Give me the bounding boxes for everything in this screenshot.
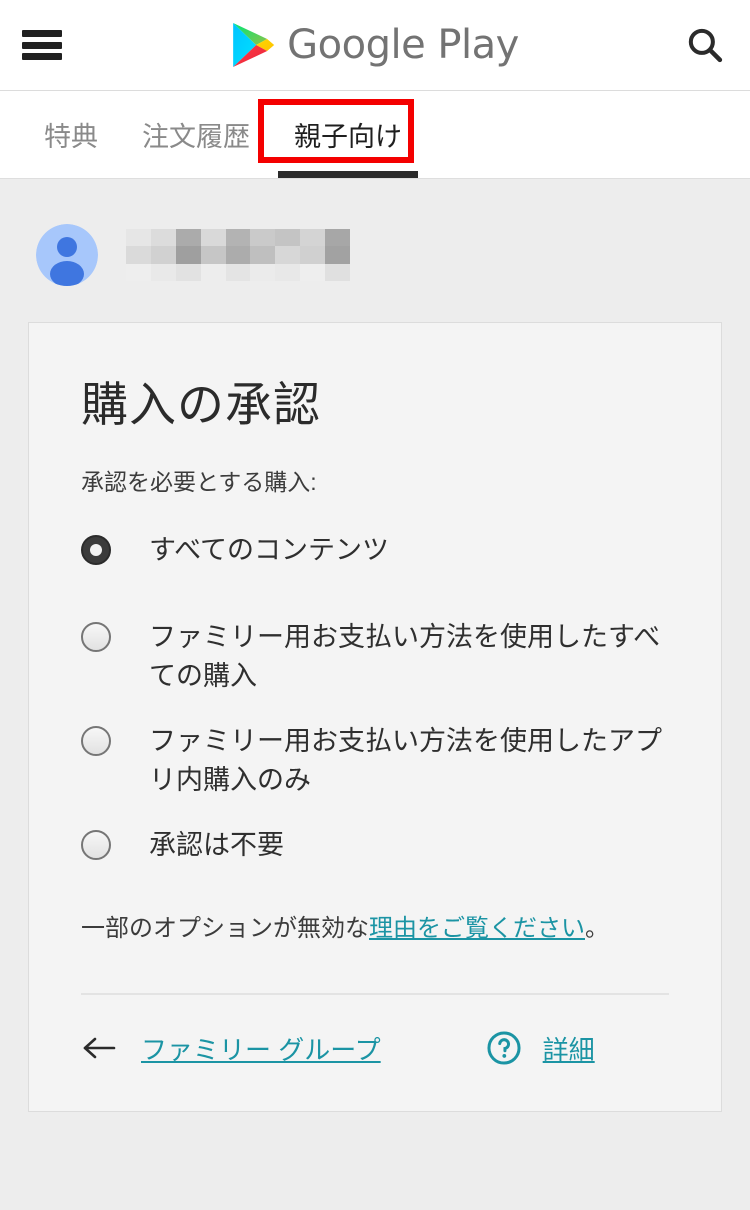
radio-option-label: 承認は不要 bbox=[149, 830, 284, 861]
help-circle-icon bbox=[487, 1031, 521, 1065]
hamburger-bar bbox=[22, 30, 62, 37]
family-group-link[interactable]: ファミリー グループ bbox=[141, 1030, 381, 1067]
tab-label: 特典 bbox=[44, 122, 98, 152]
app-bar: Google Play bbox=[0, 0, 750, 90]
brand-logo[interactable]: Google Play bbox=[231, 21, 519, 69]
brand-text: Google Play bbox=[287, 22, 519, 68]
account-avatar-icon[interactable] bbox=[36, 224, 98, 286]
note-prefix-text: 一部のオプションが無効な bbox=[81, 914, 369, 942]
account-row bbox=[0, 179, 750, 286]
google-play-logo bbox=[233, 23, 275, 67]
account-name-redacted bbox=[126, 229, 350, 281]
card-footer: ファミリー グループ 詳細 bbox=[81, 1029, 669, 1067]
radio-button[interactable] bbox=[81, 726, 111, 757]
radio-button[interactable] bbox=[81, 621, 111, 652]
hamburger-menu-icon[interactable] bbox=[22, 30, 62, 60]
disabled-options-note: 一部のオプションが無効な理由をご覧ください。 bbox=[81, 912, 669, 946]
approval-options-group: すべてのコンテンツ ファミリー用お支払い方法を使用したすべての購入 ファミリー用… bbox=[81, 531, 669, 866]
radio-button-selected[interactable] bbox=[81, 534, 111, 565]
family-group-action[interactable]: ファミリー グループ bbox=[81, 1030, 381, 1067]
radio-option-label: すべてのコンテンツ bbox=[149, 534, 390, 565]
radio-option-inapp-purchases-family-payment[interactable]: ファミリー用お支払い方法を使用したアプリ内購入のみ bbox=[81, 722, 669, 800]
arrow-left-icon bbox=[83, 1037, 116, 1059]
tab-label: 親子向け bbox=[294, 122, 402, 152]
search-glyph bbox=[688, 28, 723, 63]
tab-bar: 特典 注文履歴 親子向け bbox=[0, 91, 750, 178]
tab-order-history[interactable]: 注文履歴 bbox=[120, 91, 272, 178]
details-link[interactable]: 詳細 bbox=[543, 1030, 595, 1067]
search-icon[interactable] bbox=[682, 22, 728, 68]
tab-benefits[interactable]: 特典 bbox=[22, 91, 120, 178]
radio-option-all-purchases-family-payment[interactable]: ファミリー用お支払い方法を使用したすべての購入 bbox=[81, 618, 669, 696]
details-action[interactable]: 詳細 bbox=[485, 1029, 595, 1067]
radio-option-label: ファミリー用お支払い方法を使用したすべての購入 bbox=[149, 621, 661, 691]
tab-for-families[interactable]: 親子向け bbox=[272, 91, 424, 178]
card-subtitle: 承認を必要とする購入: bbox=[81, 468, 317, 495]
hamburger-bar bbox=[22, 41, 62, 49]
card-divider bbox=[81, 993, 669, 996]
tab-label: 注文履歴 bbox=[142, 122, 250, 152]
radio-button[interactable] bbox=[81, 830, 111, 861]
hamburger-bar bbox=[22, 53, 62, 60]
radio-option-all-content[interactable]: すべてのコンテンツ bbox=[81, 531, 669, 570]
note-suffix-text: 。 bbox=[585, 914, 609, 942]
purchase-approval-card: 購入の承認 承認を必要とする購入: すべてのコンテンツ ファミリー用お支払い方法… bbox=[28, 322, 722, 1112]
why-disabled-link[interactable]: 理由をご覧ください bbox=[369, 915, 585, 942]
radio-option-no-approval[interactable]: 承認は不要 bbox=[81, 826, 669, 865]
radio-option-label: ファミリー用お支払い方法を使用したアプリ内購入のみ bbox=[149, 726, 662, 796]
page-title: 購入の承認 bbox=[81, 378, 321, 431]
